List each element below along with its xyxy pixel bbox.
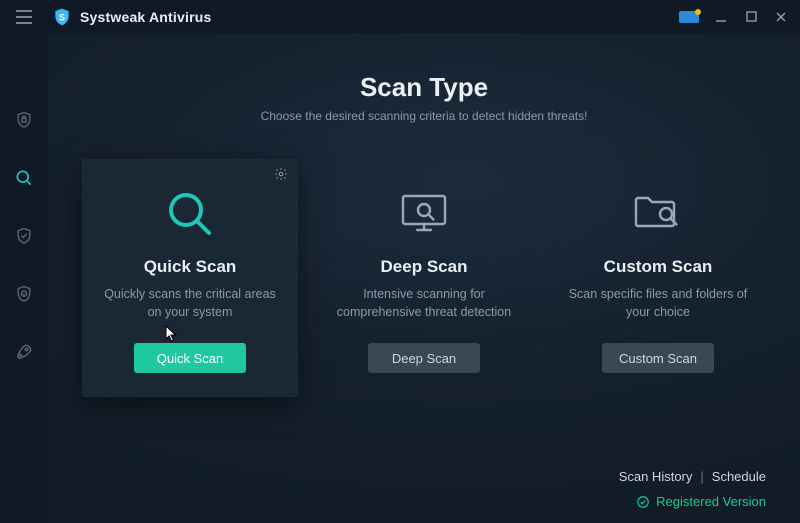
minimize-icon <box>715 11 727 23</box>
sidebar-item-web[interactable]: e <box>0 278 48 310</box>
license-status: Registered Version <box>82 494 766 509</box>
card-custom-scan: Custom Scan Scan specific files and fold… <box>550 159 766 397</box>
custom-scan-desc: Scan specific files and folders of your … <box>566 285 750 321</box>
maximize-icon <box>746 11 757 22</box>
quick-scan-settings-button[interactable] <box>274 167 288 181</box>
svg-text:S: S <box>59 12 65 22</box>
menu-button[interactable] <box>0 0 48 34</box>
web-shield-icon: e <box>14 284 34 304</box>
card-quick-scan: Quick Scan Quickly scans the critical ar… <box>82 159 298 397</box>
quick-scan-title: Quick Scan <box>144 257 237 277</box>
license-status-text: Registered Version <box>656 494 766 509</box>
sidebar-item-shield[interactable] <box>0 104 48 136</box>
deep-scan-title: Deep Scan <box>381 257 468 277</box>
quick-scan-button[interactable]: Quick Scan <box>134 343 246 373</box>
brand: S Systweak Antivirus <box>52 7 211 27</box>
search-icon <box>14 168 34 188</box>
svg-text:e: e <box>22 292 25 298</box>
window-controls <box>676 4 794 30</box>
check-circle-icon <box>636 495 650 509</box>
close-button[interactable] <box>768 4 794 30</box>
scan-cards: Quick Scan Quickly scans the critical ar… <box>82 159 766 397</box>
rocket-icon <box>14 342 34 362</box>
hamburger-icon <box>15 10 33 24</box>
maximize-button[interactable] <box>738 4 764 30</box>
deep-scan-desc: Intensive scanning for comprehensive thr… <box>332 285 516 321</box>
shield-lock-icon <box>14 110 34 130</box>
gear-icon <box>274 167 288 181</box>
promo-badge-icon[interactable] <box>676 8 704 26</box>
close-icon <box>775 11 787 23</box>
shield-check-icon <box>14 226 34 246</box>
custom-scan-title: Custom Scan <box>604 257 713 277</box>
sidebar: e <box>0 34 48 523</box>
deep-scan-button[interactable]: Deep Scan <box>368 343 480 373</box>
page-title: Scan Type <box>82 72 766 103</box>
schedule-link[interactable]: Schedule <box>712 469 766 484</box>
quick-scan-desc: Quickly scans the critical areas on your… <box>98 285 282 321</box>
sidebar-item-protection[interactable] <box>0 220 48 252</box>
app-title: Systweak Antivirus <box>80 9 211 25</box>
page-subtitle: Choose the desired scanning criteria to … <box>82 109 766 123</box>
custom-scan-button[interactable]: Custom Scan <box>602 343 714 373</box>
sidebar-item-scan[interactable] <box>0 162 48 194</box>
footer-links: Scan History | Schedule <box>82 449 766 484</box>
card-deep-scan: Deep Scan Intensive scanning for compreh… <box>316 159 532 397</box>
deep-scan-icon <box>397 185 451 243</box>
custom-scan-icon <box>630 185 686 243</box>
brand-logo-icon: S <box>52 7 72 27</box>
minimize-button[interactable] <box>708 4 734 30</box>
titlebar: S Systweak Antivirus <box>0 0 800 34</box>
scan-history-link[interactable]: Scan History <box>619 469 693 484</box>
quick-scan-icon <box>164 185 216 243</box>
separator: | <box>700 469 703 484</box>
main-content: Scan Type Choose the desired scanning cr… <box>48 34 800 523</box>
sidebar-item-optimize[interactable] <box>0 336 48 368</box>
